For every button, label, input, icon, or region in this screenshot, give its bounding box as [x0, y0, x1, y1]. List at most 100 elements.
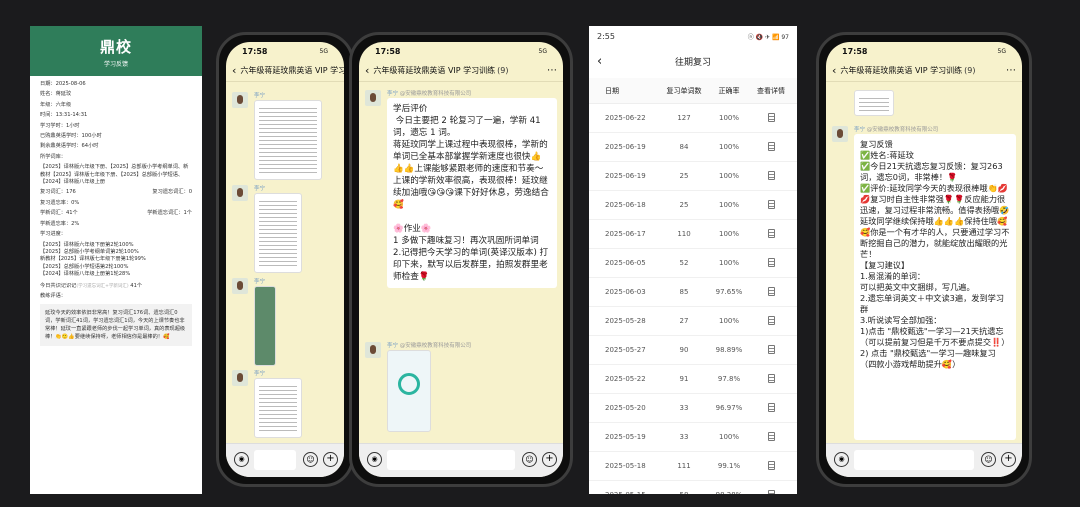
message-input[interactable]: [387, 450, 515, 470]
document-icon[interactable]: [767, 344, 775, 354]
word-list-thumbnail[interactable]: [254, 193, 302, 273]
more-icon[interactable]: ⋯: [1006, 65, 1016, 76]
report-field: 年级：六年级: [40, 101, 72, 108]
report-field: 已购鼎英语学时：100小时: [40, 133, 102, 140]
avatar[interactable]: [232, 92, 248, 108]
sender-name: 李宁 @安徽鼎校教育科技有限公司: [387, 91, 472, 97]
document-icon[interactable]: [767, 402, 775, 412]
emoji-icon[interactable]: ☺: [522, 452, 537, 467]
table-cell: 33: [679, 404, 689, 412]
table-cell: 100%: [718, 259, 739, 267]
report-image-thumbnail[interactable]: [254, 100, 322, 180]
table-cell: 2025-05-22: [605, 375, 646, 383]
back-arrow-icon[interactable]: ‹: [365, 64, 369, 77]
report-field: 学习学时：1小时: [40, 122, 80, 129]
review-history-screen: 2:55 ⓝ 🔇 ✈ 📶 97 ‹ 往期复习 日期 复习单词数 正确率 查看详情 2…: [589, 26, 797, 494]
document-icon[interactable]: [767, 199, 775, 209]
view-details-cell: [751, 257, 791, 269]
document-icon[interactable]: [767, 431, 775, 441]
app-screenshot-thumbnail[interactable]: [387, 350, 431, 432]
sender-name: 李宁: [254, 371, 266, 377]
document-icon[interactable]: [767, 112, 775, 122]
avatar[interactable]: [232, 185, 248, 201]
back-arrow-icon[interactable]: ‹: [232, 64, 236, 77]
table-row: 2025-05-27 90 98.89%: [589, 336, 797, 365]
document-icon[interactable]: [767, 286, 775, 296]
avatar[interactable]: [832, 126, 848, 142]
message-input[interactable]: [254, 450, 296, 470]
chat-message: 李宁 @安徽鼎校教育科技有限公司 学后评价 今日主要把 2 轮复习了一遍，学新 …: [365, 90, 557, 340]
voice-icon[interactable]: ◉: [234, 452, 249, 467]
report-field: 日期：2025-08-06: [40, 81, 86, 87]
sender-name: 李宁 @安徽鼎校教育科技有限公司: [854, 127, 939, 133]
progress-item: 【2025】译林版六年级下册第2轮100%: [40, 241, 134, 248]
document-icon[interactable]: [767, 460, 775, 470]
table-cell: 2025-05-15: [589, 491, 661, 494]
report-field: 剩余鼎英语学时：64小时: [40, 143, 99, 150]
sender-name: 李宁: [254, 93, 266, 99]
table-cell: 91: [679, 375, 689, 383]
back-arrow-icon[interactable]: ‹: [832, 64, 836, 77]
plus-icon[interactable]: +: [542, 452, 557, 467]
view-details-cell: [751, 373, 791, 385]
avatar[interactable]: [232, 370, 248, 386]
sender-name: 李宁: [254, 279, 266, 285]
voice-icon[interactable]: ◉: [834, 452, 849, 467]
report-header: 鼎校 学习反馈: [30, 26, 202, 76]
image-thumbnail[interactable]: [854, 90, 894, 116]
phone-frame-2: 17:58 5G ‹ 六年级蒋延玟鼎英语 VIP 学习训练 (9) ⋯ 李宁 @安徽鼎校…: [349, 32, 573, 487]
emoji-icon[interactable]: ☺: [981, 452, 996, 467]
view-details-cell: [751, 286, 791, 298]
chat-screen-1: 17:585G ‹六年级蒋延玟鼎英语 VIP 学习训练 李宁 李宁 李宁 李宁 …: [226, 42, 344, 477]
chat-header: ‹ 六年级蒋延玟鼎英语 VIP 学习训练 (9) ⋯: [826, 60, 1022, 82]
evaluation-message[interactable]: 学后评价 今日主要把 2 轮复习了一遍，学新 41 词，遗忘 1 词。 蒋延玟同…: [387, 98, 557, 288]
avatar[interactable]: [365, 342, 381, 358]
word-list-thumbnail[interactable]: [254, 378, 302, 438]
document-icon[interactable]: [767, 315, 775, 325]
review-feedback-message[interactable]: 复习反馈 ✅姓名:蒋延玟 ✅今日21天抗遗忘复习反馈：复习263词，遗忘0词，非…: [854, 134, 1016, 440]
table-row: 2025-06-19 25 100%: [589, 162, 797, 191]
document-icon[interactable]: [767, 170, 775, 180]
plus-icon[interactable]: +: [1001, 452, 1016, 467]
table-cell: 2025-06-17: [605, 230, 646, 238]
message-input[interactable]: [854, 450, 974, 470]
view-details-cell: [751, 344, 791, 356]
view-details-cell: [751, 431, 791, 443]
table-cell: 100%: [718, 143, 739, 151]
voice-icon[interactable]: ◉: [367, 452, 382, 467]
document-icon[interactable]: [767, 257, 775, 267]
table-cell: 100%: [718, 201, 739, 209]
document-icon[interactable]: [767, 141, 775, 151]
status-bar: 17:58 5G: [242, 46, 328, 56]
stat-value: 学新词汇：41个: [40, 210, 78, 217]
document-icon[interactable]: [767, 489, 775, 494]
more-icon[interactable]: ⋯: [547, 65, 557, 76]
back-arrow-icon[interactable]: ‹: [597, 54, 602, 69]
avatar[interactable]: [232, 278, 248, 294]
stat-value: 复习遗忘词汇：0: [152, 189, 192, 196]
table-row: 2025-05-18 111 99.1%: [589, 452, 797, 481]
document-icon[interactable]: [767, 228, 775, 238]
table-cell: 97.8%: [717, 375, 741, 383]
view-details-cell: [751, 228, 791, 240]
table-cell: 2025-06-03: [605, 288, 646, 296]
chat-message: 李宁 @安徽鼎校教育科技有限公司: [365, 342, 557, 442]
chat-title: 六年级蒋延玟鼎英语 VIP 学习训练: [840, 66, 963, 75]
table-row: 2025-06-22 127 100%: [589, 104, 797, 133]
table-cell: 110: [677, 230, 691, 238]
document-icon[interactable]: [767, 373, 775, 383]
table-header: 日期 复习单词数 正确率 查看详情: [589, 78, 797, 104]
brand-logo: 鼎校: [99, 38, 132, 56]
table-cell: 85: [679, 288, 689, 296]
plus-icon[interactable]: +: [323, 452, 338, 467]
page-title: 往期复习: [674, 57, 711, 68]
report-field: 【2025】译林版六年级下册、【2025】总部版小学考纲单词、新教材【2025】…: [40, 164, 189, 186]
report-stat-row: 复习遗忘率：0%: [40, 200, 192, 207]
table-cell: 100%: [718, 433, 739, 441]
avatar[interactable]: [365, 90, 381, 106]
chat-message: [832, 90, 1016, 120]
emoji-icon[interactable]: ☺: [303, 452, 318, 467]
stat-value: 复习遗忘率：0%: [40, 199, 80, 206]
screenshot-thumbnail[interactable]: [254, 286, 276, 366]
view-details-cell: [751, 460, 791, 472]
